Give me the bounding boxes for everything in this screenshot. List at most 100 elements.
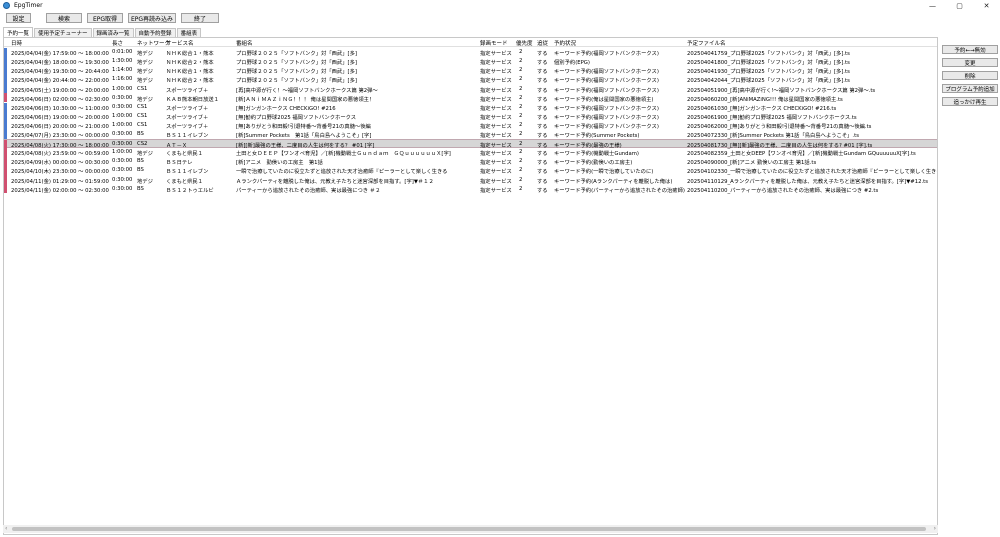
cell-datetime: 2025/04/04(金) 20:44:00 ～ 22:00:00 [11, 78, 109, 85]
exit-button[interactable]: 終了 [181, 13, 219, 23]
table-row[interactable]: 2025/04/11(金) 01:29:00 ～ 01:59:00 0:30:00… [4, 175, 937, 185]
col-datetime[interactable]: 日時 [11, 39, 22, 47]
cell-service: スポーツライブ＋ [166, 105, 209, 112]
cell-status: キーワード予約(福岡ソフトバンクホークス) [554, 78, 659, 85]
cell-rec-mode: 指定サービス [480, 114, 512, 121]
cell-rec-mode: 指定サービス [480, 133, 512, 140]
cell-duration: 1:00:00 [112, 149, 133, 156]
row-container: 2025/04/04(金) 17:59:00 ～ 18:00:00 0:01:00… [4, 48, 937, 194]
row-status-mark [4, 57, 7, 67]
table-row[interactable]: 2025/04/08(火) 23:59:00 ～ 00:59:00 1:00:00… [4, 148, 937, 158]
table-row[interactable]: 2025/04/04(金) 17:59:00 ～ 18:00:00 0:01:00… [4, 48, 937, 58]
cell-status: キーワード予約(Summer Pockets) [554, 133, 640, 140]
row-status-mark [4, 175, 7, 185]
scroll-left-icon[interactable]: ‹ [5, 525, 7, 532]
row-status-mark [4, 102, 7, 112]
cell-filename: 202504042044_プロ野球2025「ソフトバンク」対「西武」[多].ts [687, 78, 850, 85]
minimize-button[interactable]: — [919, 0, 946, 11]
tab-auto-reserve[interactable]: 自動予約登録 [134, 28, 176, 37]
cell-duration: 1:14:00 [112, 67, 133, 74]
cell-network: CS1 [137, 85, 148, 92]
cell-follow: する [537, 123, 548, 130]
epg-fetch-button[interactable]: EPG取得 [87, 13, 123, 23]
cell-service: スポーツライブ＋ [166, 114, 209, 121]
col-program[interactable]: 番組名 [236, 39, 253, 47]
table-row[interactable]: 2025/04/05(土) 19:00:00 ～ 20:00:00 1:00:00… [4, 84, 937, 94]
scroll-thumb[interactable] [12, 527, 926, 531]
cell-rec-mode: 指定サービス [480, 105, 512, 112]
epg-reload-button[interactable]: EPG再読み込み [128, 13, 176, 23]
cell-priority: 2 [519, 131, 523, 138]
cell-follow: する [537, 133, 548, 140]
cell-priority: 2 [519, 141, 523, 148]
cell-follow: する [537, 187, 548, 194]
row-status-mark [4, 148, 7, 158]
table-row[interactable]: 2025/04/06(日) 19:00:00 ～ 20:00:00 1:00:00… [4, 111, 937, 121]
cell-rec-mode: 指定サービス [480, 69, 512, 76]
add-program-reservation-button[interactable]: プログラム予約追加 [942, 84, 998, 93]
row-status-mark [4, 84, 7, 94]
table-row[interactable]: 2025/04/04(金) 19:30:00 ～ 20:44:00 1:14:00… [4, 66, 937, 76]
maximize-button[interactable]: ▢ [946, 0, 973, 11]
tab-program-guide[interactable]: 番組表 [176, 28, 202, 37]
cell-network: 地デジ [137, 96, 153, 103]
search-button[interactable]: 検索 [46, 13, 82, 23]
settings-button[interactable]: 設定 [6, 13, 31, 23]
table-row[interactable]: 2025/04/11(金) 02:00:00 ～ 02:30:00 0:30:00… [4, 184, 937, 194]
table-row[interactable]: 2025/04/10(木) 23:30:00 ～ 00:00:00 0:30:00… [4, 166, 937, 176]
cell-duration: 0:30:00 [112, 141, 133, 148]
toggle-enable-button[interactable]: 予約←→無効 [942, 45, 998, 54]
tab-recorded[interactable]: 録画済み一覧 [92, 28, 134, 37]
tab-reservations[interactable]: 予約一覧 [3, 27, 34, 37]
cell-filename: 202504051900_[再]高中源が行く!～福岡ソフトバンクホークス篇 第2… [687, 87, 876, 94]
col-filename[interactable]: 予定ファイル名 [687, 39, 726, 47]
reservation-list[interactable]: 日時 長さ ネットワーク サービス名 番組名 録画モード 優先度 追従 予約状況… [3, 37, 938, 535]
row-status-mark [4, 66, 7, 76]
col-service[interactable]: サービス名 [166, 39, 194, 47]
edit-button[interactable]: 変更 [942, 58, 998, 67]
cell-service: ＫＡＢ熊本朝日放送１ [166, 96, 219, 103]
cell-duration: 0:30:00 [112, 158, 133, 165]
tab-tuner-usage[interactable]: 使用予定チューナー [34, 28, 92, 37]
cell-rec-mode: 指定サービス [480, 169, 512, 176]
cell-program: パーティーから追放されたその治癒師、実は最強につき ＃２ [236, 187, 381, 194]
cell-program: [新]アニメ 勤倹いの工房主 第1話 [236, 160, 323, 167]
toolbar: 設定 検索 EPG取得 EPG再読み込み 終了 [0, 11, 1000, 25]
cell-service: ＮＨＫ総合２・熊本 [166, 78, 214, 85]
table-row[interactable]: 2025/04/04(金) 18:00:00 ～ 19:30:00 1:30:00… [4, 57, 937, 67]
cell-datetime: 2025/04/06(日) 10:30:00 ～ 11:00:00 [11, 105, 109, 112]
scroll-right-icon[interactable]: › [934, 525, 936, 532]
horizontal-scrollbar[interactable]: ‹ › [3, 525, 938, 533]
cell-priority: 2 [519, 185, 523, 192]
table-row[interactable]: 2025/04/08(火) 17:30:00 ～ 18:00:00 0:30:00… [4, 138, 937, 149]
cell-filename: 202504041759_プロ野球2025「ソフトバンク」対「西武」[多].ts [687, 51, 850, 58]
table-row[interactable]: 2025/04/06(日) 20:00:00 ～ 21:00:00 1:00:00… [4, 120, 937, 130]
table-row[interactable]: 2025/04/07(月) 23:30:00 ～ 00:00:00 0:30:00… [4, 129, 937, 140]
delete-button[interactable]: 削除 [942, 71, 998, 80]
cell-filename: 202504102330_一瞬で治療していたのに役立たずと追放された天才治癒師『… [687, 169, 937, 176]
cell-duration: 0:30:00 [112, 94, 133, 101]
table-row[interactable]: 2025/04/04(金) 20:44:00 ～ 22:00:00 1:16:00… [4, 75, 937, 85]
chase-play-button[interactable]: 追っかけ再生 [942, 97, 998, 106]
col-rec-mode[interactable]: 録画モード [480, 39, 508, 47]
cell-service: ＢＳ日テレ [166, 160, 193, 167]
col-priority[interactable]: 優先度 [516, 39, 533, 47]
cell-service: ＢＳ１２トゥエルビ [166, 187, 214, 194]
close-button[interactable]: ✕ [973, 0, 1000, 11]
cell-network: BS [137, 167, 144, 174]
cell-follow: する [537, 78, 548, 85]
cell-network: BS [137, 158, 144, 165]
cell-service: ＮＨＫ総合１・熊本 [166, 69, 214, 76]
col-follow[interactable]: 追従 [537, 39, 548, 47]
table-row[interactable]: 2025/04/06(日) 02:00:00 ～ 02:30:00 0:30:00… [4, 93, 937, 103]
col-status[interactable]: 予約状況 [554, 39, 576, 47]
cell-datetime: 2025/04/11(金) 01:29:00 ～ 01:59:00 [11, 178, 109, 185]
cell-program: 土田と女ＤＥＥＰ【ワンオペ育児】／[新]機動戦士Ｇｕｎｄａｍ ＧＱｕｕｕｕｕｕＸ… [236, 151, 451, 158]
table-row[interactable]: 2025/04/09(水) 00:00:00 ～ 00:30:00 0:30:00… [4, 157, 937, 167]
col-duration[interactable]: 長さ [112, 39, 123, 47]
cell-rec-mode: 指定サービス [480, 51, 512, 58]
cell-duration: 0:30:00 [112, 176, 133, 183]
row-status-mark [4, 48, 7, 57]
table-row[interactable]: 2025/04/06(日) 10:30:00 ～ 11:00:00 0:30:00… [4, 102, 937, 112]
cell-status: キーワード予約(勤倹いの工房主) [554, 160, 633, 167]
